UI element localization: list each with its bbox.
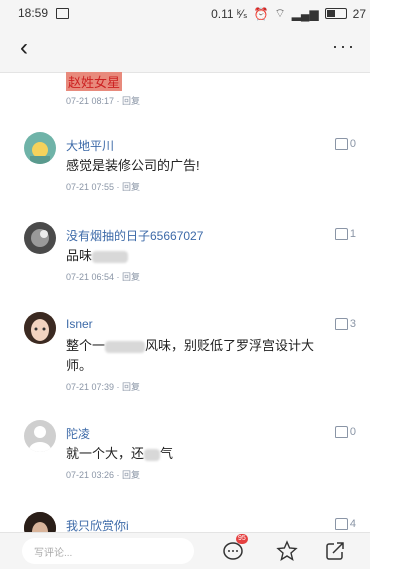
comment-text-part: 就一个大，还 <box>66 446 145 461</box>
blurred-text <box>105 340 146 353</box>
thumb-up-icon <box>334 518 348 530</box>
comment-text: 整个一 风味，别贬低了罗浮宫设计大师。 <box>66 336 346 376</box>
share-icon <box>326 542 344 560</box>
avatar-image-icon <box>24 312 56 344</box>
like-count: 3 <box>349 318 356 330</box>
avatar[interactable] <box>24 222 56 254</box>
favorite-button[interactable] <box>276 540 298 562</box>
like-button[interactable]: 0 <box>334 138 356 150</box>
comment-text-part: 品味 <box>66 248 93 263</box>
avatar[interactable] <box>24 512 56 532</box>
commenter-name[interactable]: 陀凌 <box>66 425 90 442</box>
more-button[interactable]: ··· <box>332 36 356 57</box>
comment-count-badge: 95 <box>236 534 248 544</box>
comment-placeholder: 写评论... <box>34 548 73 559</box>
status-indicators: 0.11 ᵏ⁄ₛ ⏰ ⌔ ▂▄▆ 27 <box>211 6 366 21</box>
comment-text-part: 风味，别贬低了罗浮宫设计大 <box>145 338 315 353</box>
comment-text: 感觉是装修公司的广告! <box>66 158 200 173</box>
like-count: 0 <box>349 426 356 438</box>
battery-icon <box>324 8 347 19</box>
comment-input[interactable]: 写评论... <box>22 538 194 564</box>
avatar[interactable] <box>24 132 56 164</box>
network-speed: 0.11 ᵏ⁄ₛ <box>211 6 248 21</box>
star-icon <box>276 540 298 562</box>
share-button[interactable] <box>324 540 346 562</box>
like-count: 4 <box>349 518 356 530</box>
comment-meta[interactable]: 07-21 03:26 · 回复 <box>66 468 140 481</box>
comment-text-part: 师。 <box>66 358 93 373</box>
commenter-name[interactable]: Isner <box>66 317 93 331</box>
comment-list: 赵姓女星 07-21 08:17 · 回复 大地平川 0 感觉是装修公司的广告!… <box>0 72 370 532</box>
signal-icon: ▂▄▆ <box>291 6 319 21</box>
back-button[interactable]: ‹ <box>20 36 28 60</box>
thumb-up-icon <box>334 228 348 240</box>
battery-level: 27 <box>352 6 366 21</box>
comment-meta[interactable]: 07-21 07:39 · 回复 <box>66 380 140 393</box>
avatar[interactable] <box>24 312 56 344</box>
like-count: 0 <box>349 138 356 150</box>
thumb-up-icon <box>334 426 348 438</box>
commenter-name[interactable]: 没有烟抽的日子65667027 <box>66 227 203 244</box>
avatar-image-icon <box>30 142 50 164</box>
thumb-up-icon <box>334 318 348 330</box>
status-bar: 18:59 0.11 ᵏ⁄ₛ ⏰ ⌔ ▂▄▆ 27 <box>0 0 370 26</box>
like-button[interactable]: 1 <box>334 228 356 240</box>
like-button[interactable]: 4 <box>334 518 356 530</box>
blurred-text <box>144 448 161 461</box>
blurred-text <box>92 250 129 263</box>
comment-meta[interactable]: 07-21 08:17 · 回复 <box>66 94 140 107</box>
bottom-bar: 写评论... 95 <box>0 532 370 569</box>
like-button[interactable]: 0 <box>334 426 356 438</box>
comment-text: 品味 <box>66 246 346 266</box>
commenter-name[interactable]: 我只欣赏你i <box>66 517 129 532</box>
avatar[interactable] <box>24 420 56 452</box>
thumb-up-icon <box>334 138 348 150</box>
comment-meta[interactable]: 07-21 06:54 · 回复 <box>66 270 140 283</box>
image-notification-icon <box>56 8 69 19</box>
nav-bar: ‹ ··· <box>0 26 370 73</box>
comment-text-part: 整个一 <box>66 338 106 353</box>
like-button[interactable]: 3 <box>334 318 356 330</box>
avatar-image-icon <box>31 229 49 247</box>
highlighted-name: 赵姓女星 <box>66 72 123 91</box>
avatar-image-icon <box>24 512 56 532</box>
default-avatar-icon <box>29 426 51 452</box>
comment-meta[interactable]: 07-21 07:55 · 回复 <box>66 180 140 193</box>
comments-button[interactable]: 95 <box>222 534 248 562</box>
like-count: 1 <box>349 228 356 240</box>
status-time: 18:59 <box>18 6 49 20</box>
comment-text: 就一个大，还气 <box>66 444 346 464</box>
alarm-icon: ⏰ <box>253 6 269 21</box>
commenter-name[interactable]: 大地平川 <box>66 137 114 154</box>
wifi-icon: ⌔ <box>274 6 286 20</box>
comment-text-part: 气 <box>160 446 174 461</box>
